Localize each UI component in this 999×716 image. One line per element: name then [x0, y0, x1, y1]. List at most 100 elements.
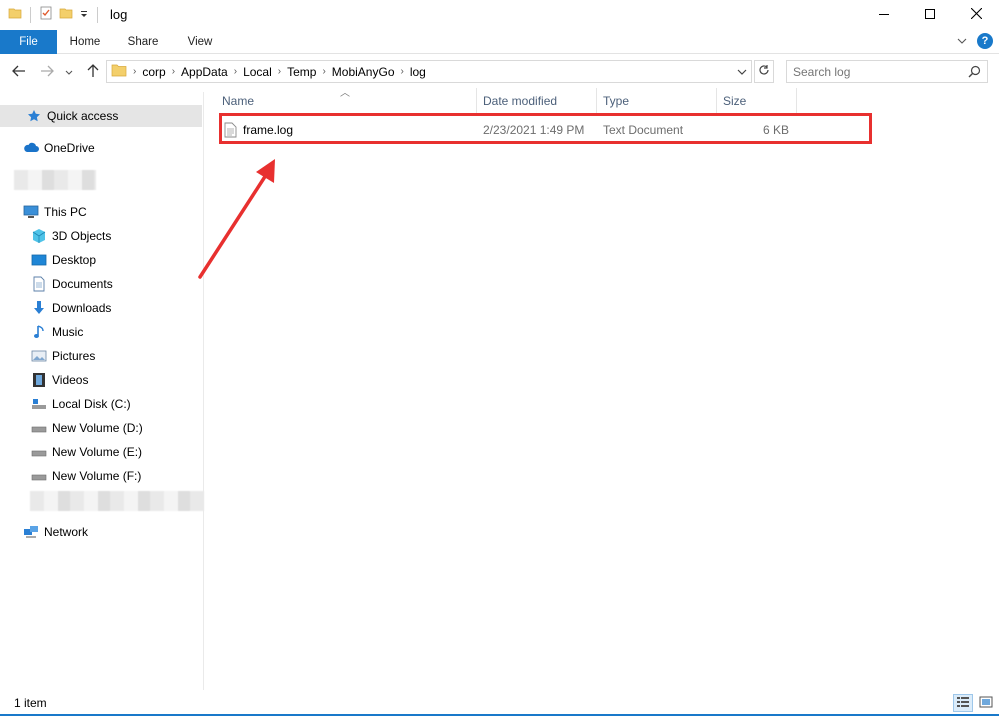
chevron-right-icon[interactable]: › — [399, 66, 406, 77]
music-note-icon — [31, 324, 47, 340]
item-count: 1 item — [14, 696, 47, 710]
large-icons-view-icon — [979, 696, 993, 711]
nav-item-downloads[interactable]: Downloads — [0, 297, 202, 319]
column-header-name[interactable]: Name — [216, 88, 477, 114]
minimize-icon — [879, 8, 889, 22]
nav-item-volume-d[interactable]: New Volume (D:) — [0, 417, 202, 439]
download-arrow-icon — [31, 300, 47, 316]
back-arrow-icon — [12, 65, 26, 80]
maximize-button[interactable] — [907, 0, 953, 30]
computer-icon — [23, 204, 39, 220]
tab-home[interactable]: Home — [62, 30, 108, 54]
system-drive-icon — [31, 396, 47, 412]
title-bar: log — [0, 0, 999, 30]
chevron-right-icon[interactable]: › — [276, 66, 283, 77]
nav-item-label: New Volume (D:) — [52, 421, 143, 435]
nav-item-pictures[interactable]: Pictures — [0, 345, 202, 367]
nav-item-network[interactable]: Network — [0, 521, 202, 543]
search-input[interactable] — [787, 61, 957, 82]
file-list: ︿ Name Date modified Type Size frame.log… — [210, 88, 999, 690]
text-file-icon — [224, 122, 237, 138]
nav-item-onedrive[interactable]: OneDrive — [0, 137, 202, 159]
nav-item-quick-access[interactable]: Quick access — [0, 105, 202, 127]
details-view-icon — [956, 696, 970, 711]
details-view-button[interactable] — [953, 694, 973, 712]
navigation-bar: › corp › AppData › Local › Temp › MobiAn… — [0, 56, 999, 88]
breadcrumb-item[interactable]: AppData — [177, 65, 232, 79]
chevron-down-icon — [65, 65, 73, 79]
document-icon — [31, 276, 47, 292]
tab-file[interactable]: File — [0, 30, 57, 54]
redacted-item — [14, 170, 96, 190]
nav-item-label: Local Disk (C:) — [52, 397, 131, 411]
nav-item-label: Quick access — [47, 109, 119, 123]
folder-icon — [111, 63, 127, 80]
minimize-button[interactable] — [861, 0, 907, 30]
nav-item-music[interactable]: Music — [0, 321, 202, 343]
forward-button[interactable] — [37, 62, 57, 82]
recent-locations-button[interactable] — [62, 62, 76, 82]
navigation-pane: Quick access OneDrive This PC 3D Objects… — [0, 92, 204, 690]
customize-toolbar-icon[interactable] — [79, 8, 89, 22]
picture-icon — [31, 348, 47, 364]
address-dropdown-button[interactable] — [733, 61, 751, 82]
file-name-cell[interactable]: frame.log — [224, 117, 474, 143]
address-bar[interactable]: › corp › AppData › Local › Temp › MobiAn… — [106, 60, 752, 83]
folder-icon — [8, 6, 22, 23]
maximize-icon — [925, 8, 935, 22]
nav-item-volume-e[interactable]: New Volume (E:) — [0, 441, 202, 463]
up-button[interactable] — [83, 62, 103, 82]
breadcrumb: › corp › AppData › Local › Temp › MobiAn… — [131, 65, 430, 79]
nav-item-label: Network — [44, 525, 89, 539]
new-folder-icon[interactable] — [59, 6, 73, 23]
drive-icon — [31, 468, 47, 484]
nav-item-local-disk-c[interactable]: Local Disk (C:) — [0, 393, 202, 415]
nav-item-label: Documents — [52, 277, 113, 291]
chevron-right-icon[interactable]: › — [232, 66, 239, 77]
breadcrumb-item[interactable]: log — [406, 65, 430, 79]
cloud-icon — [23, 140, 39, 156]
chevron-right-icon[interactable]: › — [320, 66, 327, 77]
help-icon[interactable]: ? — [977, 33, 993, 49]
chevron-right-icon[interactable]: › — [170, 66, 177, 77]
close-button[interactable] — [953, 0, 999, 30]
desktop-icon — [31, 252, 47, 268]
nav-item-label: Videos — [52, 373, 89, 387]
search-icon[interactable] — [968, 65, 981, 81]
nav-item-label: OneDrive — [44, 141, 95, 155]
cube-icon — [31, 228, 47, 244]
nav-item-desktop[interactable]: Desktop — [0, 249, 202, 271]
file-type: Text Document — [603, 123, 684, 137]
nav-item-label: New Volume (F:) — [52, 469, 142, 483]
nav-item-this-pc[interactable]: This PC — [0, 201, 202, 223]
breadcrumb-item[interactable]: corp — [138, 65, 169, 79]
nav-item-videos[interactable]: Videos — [0, 369, 202, 391]
column-header-date[interactable]: Date modified — [477, 88, 597, 114]
nav-item-volume-f[interactable]: New Volume (F:) — [0, 465, 202, 487]
large-icons-view-button[interactable] — [976, 694, 996, 712]
breadcrumb-item[interactable]: Local — [239, 65, 276, 79]
refresh-icon — [758, 64, 770, 79]
chevron-right-icon[interactable]: › — [131, 66, 138, 77]
nav-item-label: 3D Objects — [52, 229, 112, 243]
expand-ribbon-icon[interactable] — [957, 34, 967, 48]
table-row[interactable]: frame.log 2/23/2021 1:49 PM Text Documen… — [218, 117, 870, 143]
ribbon-tabs: File Home Share View ? — [0, 30, 999, 54]
up-arrow-icon — [87, 63, 99, 81]
column-header-type[interactable]: Type — [597, 88, 717, 114]
column-header-size[interactable]: Size — [717, 88, 797, 114]
back-button[interactable] — [9, 62, 29, 82]
breadcrumb-item[interactable]: Temp — [283, 65, 320, 79]
star-icon — [26, 108, 42, 124]
tab-view[interactable]: View — [178, 30, 222, 54]
forward-arrow-icon — [40, 65, 54, 80]
status-bar: 1 item — [0, 692, 999, 716]
nav-item-documents[interactable]: Documents — [0, 273, 202, 295]
search-box[interactable] — [786, 60, 988, 83]
properties-icon[interactable] — [39, 6, 53, 23]
refresh-button[interactable] — [754, 60, 774, 83]
tab-share[interactable]: Share — [119, 30, 167, 54]
nav-item-label: New Volume (E:) — [52, 445, 143, 459]
nav-item-3d-objects[interactable]: 3D Objects — [0, 225, 202, 247]
breadcrumb-item[interactable]: MobiAnyGo — [328, 65, 399, 79]
